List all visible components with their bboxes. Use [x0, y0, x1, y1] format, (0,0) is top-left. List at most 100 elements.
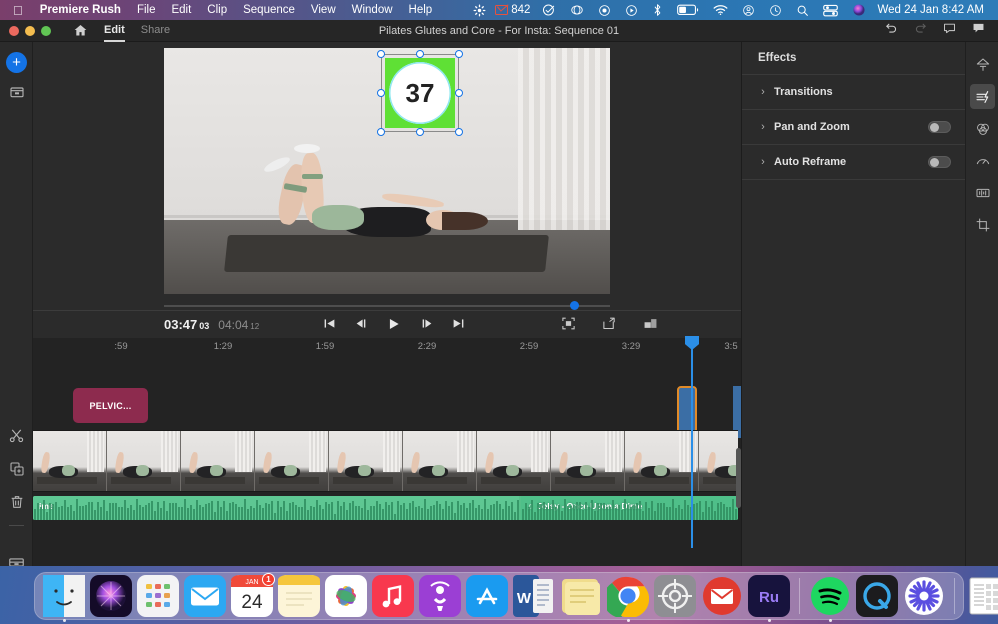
- dock-item-launchpad-icon[interactable]: [137, 575, 179, 617]
- chevron-right-icon[interactable]: ›: [756, 86, 770, 98]
- dock-item-gmail-icon[interactable]: [701, 575, 743, 617]
- chevron-right-icon[interactable]: ›: [756, 156, 770, 168]
- delete-trash-icon[interactable]: [0, 494, 33, 510]
- fullscreen-icon[interactable]: [561, 316, 576, 336]
- tab-edit[interactable]: Edit: [104, 23, 125, 42]
- timeline-panel[interactable]: :59 1:29 1:59 2:29 2:59 3:29 3:5 PELVIC... ime…: [33, 336, 741, 577]
- timeline-ruler[interactable]: :59 1:29 1:59 2:29 2:59 3:29 3:5: [33, 338, 741, 358]
- dock-item-podcasts-icon[interactable]: [419, 575, 461, 617]
- chat-bubble-icon[interactable]: [971, 21, 986, 40]
- redo-arrow-icon[interactable]: [913, 21, 928, 40]
- tab-share[interactable]: Share: [141, 23, 170, 42]
- wifi-icon[interactable]: [706, 4, 735, 16]
- menu-item-premiere-rush[interactable]: Premiere Rush: [32, 4, 129, 16]
- selection-handle-middle-right[interactable]: [455, 89, 463, 97]
- dropbox-circle-icon[interactable]: [591, 4, 618, 17]
- bluetooth-icon[interactable]: [645, 3, 670, 17]
- mail-unread-icon[interactable]: 842: [493, 4, 535, 16]
- selection-handle-top-right[interactable]: [455, 50, 463, 58]
- dock-item-siri-icon[interactable]: [90, 575, 132, 617]
- dock-item-microsoft-word-icon[interactable]: W: [513, 575, 555, 617]
- audio-icon[interactable]: [970, 180, 995, 205]
- audio-clip-2[interactable]: ♫ Joley - Once Upon a Dime: [521, 496, 738, 520]
- close-window-button[interactable]: [9, 25, 19, 36]
- comment-bubble-icon[interactable]: [942, 21, 957, 40]
- layers-icon[interactable]: [643, 316, 658, 336]
- waveform-bar: [85, 505, 87, 520]
- title-text-icon[interactable]: [970, 52, 995, 77]
- auto-reframe-toggle[interactable]: [928, 156, 951, 168]
- effects-row-auto-reframe[interactable]: › Auto Reframe: [742, 145, 965, 180]
- export-share-icon[interactable]: [602, 316, 617, 336]
- selection-handle-top-center[interactable]: [416, 50, 424, 58]
- dock-item-pinwheel-app-icon[interactable]: [903, 575, 945, 617]
- audio-clip-1[interactable]: ime: [33, 496, 519, 520]
- add-media-icon[interactable]: +: [6, 52, 27, 73]
- spotlight-search-icon[interactable]: [789, 4, 816, 17]
- counter-overlay-graphic[interactable]: 37: [385, 58, 455, 128]
- step-forward-icon[interactable]: [420, 317, 433, 335]
- go-to-start-icon[interactable]: [323, 317, 336, 335]
- backup-circle-icon[interactable]: [618, 4, 645, 17]
- creative-cloud-icon[interactable]: [563, 3, 591, 17]
- undo-arrow-icon[interactable]: [884, 21, 899, 40]
- dock-item-quicktime-icon[interactable]: [856, 575, 898, 617]
- timeline-playhead[interactable]: [685, 336, 699, 548]
- dock-item-notes-icon[interactable]: [278, 575, 320, 617]
- color-icon[interactable]: [970, 116, 995, 141]
- go-to-end-icon[interactable]: [452, 317, 465, 335]
- menubar-clock[interactable]: Wed 24 Jan 8:42 AM: [873, 4, 992, 16]
- play-icon[interactable]: [387, 317, 401, 336]
- chevron-right-icon[interactable]: ›: [756, 121, 770, 133]
- menu-item-file[interactable]: File: [129, 4, 164, 16]
- effects-row-transitions[interactable]: › Transitions: [742, 75, 965, 110]
- home-icon[interactable]: [73, 23, 88, 38]
- dock-item-stickies-icon[interactable]: [560, 575, 602, 617]
- siri-icon[interactable]: [845, 3, 873, 17]
- control-center-icon[interactable]: [816, 4, 845, 17]
- menu-item-help[interactable]: Help: [401, 4, 441, 16]
- speed-icon[interactable]: [970, 148, 995, 173]
- menu-item-window[interactable]: Window: [344, 4, 401, 16]
- dock-item-downloads-stack-icon[interactable]: [964, 575, 998, 617]
- scrubber-handle[interactable]: [570, 301, 580, 310]
- selection-handle-bottom-left[interactable]: [377, 128, 385, 136]
- time-machine-icon[interactable]: [762, 4, 789, 17]
- battery-icon[interactable]: [670, 4, 706, 16]
- flower-settings-icon[interactable]: [466, 4, 493, 17]
- crop-transform-icon[interactable]: [970, 212, 995, 237]
- pan-and-zoom-toggle[interactable]: [928, 121, 951, 133]
- selection-handle-bottom-right[interactable]: [455, 128, 463, 136]
- dock-item-mail-icon[interactable]: [184, 575, 226, 617]
- menu-item-sequence[interactable]: Sequence: [235, 4, 303, 16]
- video-clip-track[interactable]: [33, 430, 738, 492]
- dock-item-premiere-rush-icon[interactable]: Ru: [748, 575, 790, 622]
- split-scissors-icon[interactable]: [0, 427, 33, 444]
- dock-item-music-icon[interactable]: [372, 575, 414, 617]
- apple-logo-icon[interactable]: : [6, 4, 32, 17]
- maximize-window-button[interactable]: [41, 25, 51, 36]
- dock-item-app-store-icon[interactable]: [466, 575, 508, 617]
- dock-item-finder-icon[interactable]: [43, 575, 85, 622]
- selection-handle-bottom-center[interactable]: [416, 128, 424, 136]
- menu-item-clip[interactable]: Clip: [199, 4, 235, 16]
- dock-item-photos-icon[interactable]: [325, 575, 367, 617]
- user-account-icon[interactable]: [735, 4, 762, 17]
- dock-item-calendar-icon[interactable]: JAN 24 1: [231, 573, 275, 617]
- menu-item-view[interactable]: View: [303, 4, 344, 16]
- dock-item-spotify-icon[interactable]: [809, 575, 851, 622]
- project-media-icon[interactable]: [0, 84, 33, 100]
- menu-item-edit[interactable]: Edit: [163, 4, 199, 16]
- effects-icon[interactable]: [970, 84, 995, 109]
- selection-handle-middle-left[interactable]: [377, 89, 385, 97]
- dock-item-system-preferences-icon[interactable]: [654, 575, 696, 617]
- minimize-window-button[interactable]: [25, 25, 35, 36]
- audio-track[interactable]: ime ♫ Joley - Once Upon a Dime: [33, 496, 738, 520]
- title-clip[interactable]: PELVIC...: [73, 388, 148, 423]
- dock-item-google-chrome-icon[interactable]: [607, 575, 649, 622]
- step-back-icon[interactable]: [355, 317, 368, 335]
- effects-row-pan-and-zoom[interactable]: › Pan and Zoom: [742, 110, 965, 145]
- duplicate-icon[interactable]: [0, 461, 33, 477]
- selection-handle-top-left[interactable]: [377, 50, 385, 58]
- todo-check-icon[interactable]: [535, 3, 563, 17]
